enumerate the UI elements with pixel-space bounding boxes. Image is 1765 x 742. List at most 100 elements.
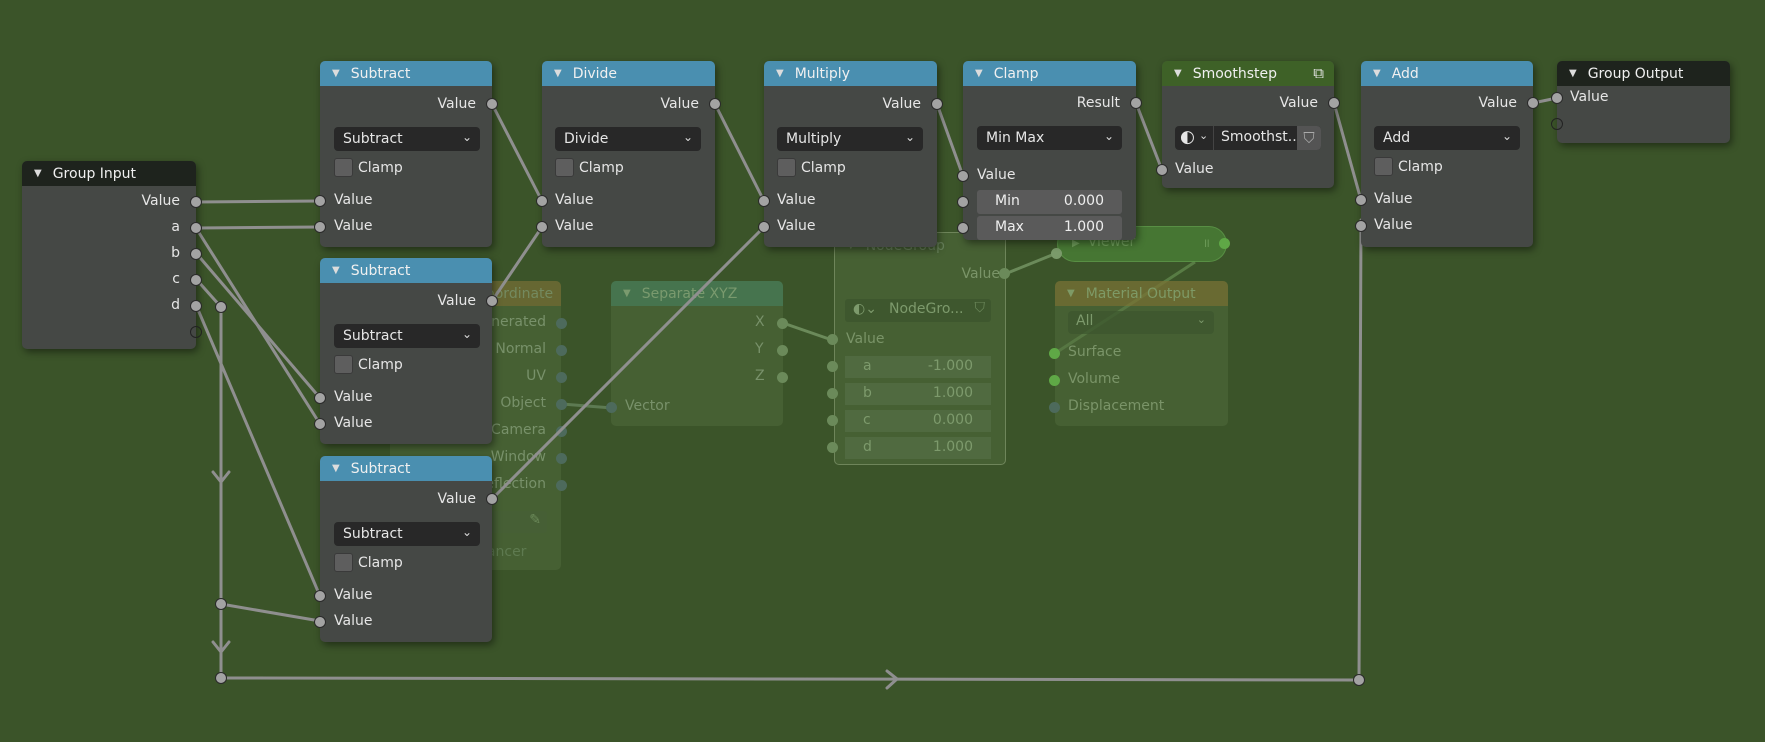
input-socket[interactable]	[1355, 194, 1367, 206]
node-header[interactable]: ▼ Group Output	[1557, 61, 1730, 86]
input-field-c[interactable]: c 0.000	[845, 410, 991, 432]
clamp-checkbox[interactable]: Clamp	[334, 355, 403, 374]
output-socket[interactable]	[190, 222, 202, 234]
collapse-triangle-icon[interactable]: ▼	[1373, 68, 1381, 79]
viewer-output-socket[interactable]	[1219, 238, 1230, 249]
output-socket[interactable]	[556, 480, 567, 491]
empty-socket[interactable]	[190, 326, 202, 338]
operation-dropdown[interactable]: Subtract ⌄	[334, 324, 480, 348]
input-socket[interactable]	[314, 418, 326, 430]
viewer-input-socket[interactable]	[1051, 248, 1062, 259]
min-field[interactable]: Min 0.000	[977, 190, 1122, 214]
add-node[interactable]: ▼ Add Value Add ⌄ Clamp Value Value	[1355, 61, 1539, 247]
output-socket[interactable]	[190, 300, 202, 312]
input-field-a[interactable]: a -1.000	[845, 356, 991, 378]
output-socket[interactable]	[556, 345, 567, 356]
fake-user-shield-icon[interactable]: ⛉	[975, 300, 986, 316]
output-socket[interactable]	[556, 426, 567, 437]
operation-dropdown[interactable]: Subtract ⌄	[334, 127, 480, 151]
input-socket[interactable]	[314, 616, 326, 628]
collapse-triangle-icon[interactable]: ▼	[1569, 68, 1577, 79]
input-field-b[interactable]: b 1.000	[845, 383, 991, 405]
node-header[interactable]: ▼ Add	[1361, 61, 1533, 86]
node-header[interactable]: ▼ Smoothstep ⧉	[1162, 61, 1334, 86]
eyedropper-icon[interactable]: ✎	[529, 512, 541, 528]
clamp-type-dropdown[interactable]: Min Max ⌄	[977, 126, 1122, 150]
output-socket[interactable]	[1527, 97, 1539, 109]
input-socket[interactable]	[314, 392, 326, 404]
output-socket[interactable]	[709, 98, 721, 110]
collapse-triangle-icon[interactable]: ▼	[332, 463, 340, 474]
output-socket[interactable]	[190, 196, 202, 208]
input-socket[interactable]	[827, 388, 838, 399]
input-socket[interactable]	[1049, 348, 1060, 359]
group-selector[interactable]: ◐ ⌄ Smoothst... ⛉	[1175, 126, 1321, 150]
input-socket[interactable]	[536, 195, 548, 207]
input-socket[interactable]	[314, 590, 326, 602]
operation-dropdown[interactable]: Multiply ⌄	[777, 127, 923, 151]
output-socket[interactable]	[556, 453, 567, 464]
node-header[interactable]: ▼ Divide	[542, 61, 715, 86]
output-socket[interactable]	[777, 372, 788, 383]
fake-user-shield-icon[interactable]: ⛉	[1297, 126, 1321, 150]
collapse-triangle-icon[interactable]: ▼	[34, 168, 42, 179]
reroute-node[interactable]	[215, 598, 227, 610]
node-header[interactable]: ▼ Clamp	[963, 61, 1136, 86]
divide-node[interactable]: ▼ Divide Value Divide ⌄ Clamp Value Value	[536, 61, 721, 247]
group-name[interactable]: Smoothst...	[1221, 129, 1301, 145]
collapse-triangle-icon[interactable]: ▼	[332, 68, 340, 79]
output-socket[interactable]	[556, 372, 567, 383]
collapse-triangle-icon[interactable]: ▼	[332, 265, 340, 276]
output-socket[interactable]	[190, 274, 202, 286]
input-socket[interactable]	[827, 334, 838, 345]
input-socket[interactable]	[827, 361, 838, 372]
output-socket[interactable]	[556, 318, 567, 329]
input-socket[interactable]	[758, 195, 770, 207]
multiply-node[interactable]: ▼ Multiply Value Multiply ⌄ Clamp Value Va…	[758, 61, 943, 247]
subtract-node-3[interactable]: ▼ Subtract Value Subtract ⌄ Clamp Value Va…	[314, 456, 498, 642]
reroute-node[interactable]	[1353, 674, 1365, 686]
subtract-node-2[interactable]: ▼ Subtract Value Subtract ⌄ Clamp Value Va…	[314, 258, 498, 444]
clamp-checkbox[interactable]: Clamp	[1374, 157, 1443, 176]
output-socket[interactable]	[777, 345, 788, 356]
collapse-triangle-icon[interactable]: ▼	[1174, 68, 1182, 79]
output-socket[interactable]	[486, 98, 498, 110]
input-socket[interactable]	[957, 196, 969, 208]
node-header[interactable]: ▼ Multiply	[764, 61, 937, 86]
output-socket[interactable]	[999, 268, 1010, 279]
input-field-d[interactable]: d 1.000	[845, 437, 991, 459]
output-socket[interactable]	[931, 98, 943, 110]
clamp-node[interactable]: ▼ Clamp Result Min Max ⌄ Value Min 0.000 Ma…	[957, 61, 1142, 240]
node-header[interactable]: ▼ Subtract	[320, 456, 492, 481]
operation-dropdown[interactable]: Subtract ⌄	[334, 522, 480, 546]
output-socket[interactable]	[486, 493, 498, 505]
group-input-node[interactable]: ▼ Group Input Value a b c d	[22, 161, 202, 349]
input-socket[interactable]	[1049, 375, 1060, 386]
input-socket[interactable]	[827, 415, 838, 426]
node-header[interactable]: ▼ Subtract	[320, 61, 492, 86]
output-socket[interactable]	[556, 399, 567, 410]
group-selector[interactable]: ◐⌄ NodeGro... ⛉	[845, 299, 991, 322]
input-socket[interactable]	[314, 195, 326, 207]
input-socket[interactable]	[536, 221, 548, 233]
input-socket[interactable]	[606, 402, 617, 413]
input-socket[interactable]	[957, 222, 969, 234]
collapse-triangle-icon[interactable]: ▼	[776, 68, 784, 79]
output-socket[interactable]	[777, 318, 788, 329]
node-group-icon[interactable]: ⧉	[1313, 64, 1324, 82]
group-output-node[interactable]: ▼ Group Output Value	[1551, 61, 1730, 143]
output-socket[interactable]	[1130, 97, 1142, 109]
collapse-triangle-icon[interactable]: ▼	[554, 68, 562, 79]
input-socket[interactable]	[827, 442, 838, 453]
input-socket[interactable]	[957, 170, 969, 182]
input-socket[interactable]	[758, 221, 770, 233]
node-header[interactable]: ▼ Group Input	[22, 161, 196, 186]
input-socket[interactable]	[1355, 220, 1367, 232]
output-socket[interactable]	[486, 295, 498, 307]
reroute-node[interactable]	[215, 301, 227, 313]
node-tree-icon[interactable]: ◐	[1180, 127, 1195, 147]
subtract-node-1[interactable]: ▼ Subtract Value Subtract ⌄ Clamp Value Va…	[314, 61, 498, 247]
clamp-checkbox[interactable]: Clamp	[777, 158, 846, 177]
output-socket[interactable]	[1328, 97, 1340, 109]
clamp-checkbox[interactable]: Clamp	[555, 158, 624, 177]
